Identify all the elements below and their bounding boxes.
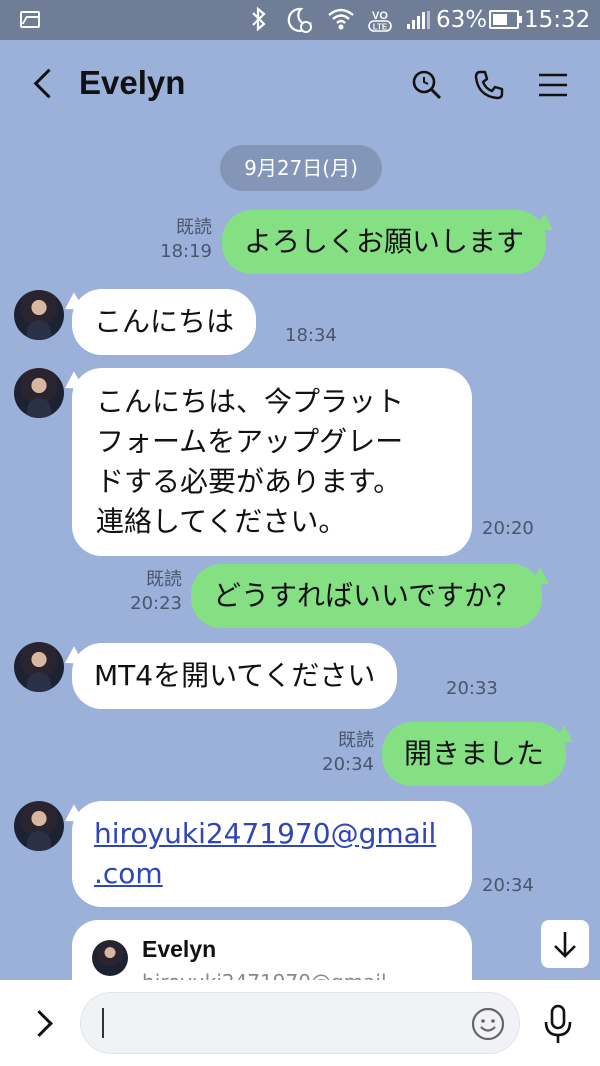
avatar xyxy=(92,940,128,976)
email-link[interactable]: .com xyxy=(94,854,450,894)
message-input-bar xyxy=(0,980,600,1066)
message-time: 20:23 xyxy=(130,593,182,614)
avatar[interactable] xyxy=(14,368,64,418)
message-text: どうすればいいですか？ xyxy=(213,579,521,612)
emoji-icon[interactable] xyxy=(470,1006,506,1042)
incoming-message[interactable]: こんにちは、今プラット フォームをアップグレー ドする必要があります。 連絡して… xyxy=(72,368,472,556)
message-text: MT4を開いてください xyxy=(94,659,376,692)
outgoing-message[interactable]: 開きました xyxy=(382,722,567,786)
chat-header: Evelyn xyxy=(0,40,600,132)
microphone-icon[interactable] xyxy=(540,1002,576,1046)
battery-percent: 63% xyxy=(436,7,488,33)
message-time: 20:34 xyxy=(482,875,534,896)
signal-strength-icon xyxy=(407,11,431,29)
message-time: 18:34 xyxy=(285,325,337,346)
quote-sender-name: Evelyn xyxy=(142,936,217,962)
message-meta: 既読 20:23 xyxy=(118,568,182,616)
do-not-disturb-moon-icon xyxy=(285,6,313,42)
text-cursor xyxy=(102,1008,104,1038)
outgoing-message[interactable]: よろしくお願いします xyxy=(222,210,547,274)
message-time: 20:34 xyxy=(322,754,374,775)
status-bar: VO LTE 63% 15:32 xyxy=(0,0,600,40)
date-separator: 9月27日(月) xyxy=(220,145,382,191)
incoming-message[interactable]: hiroyuki2471970@gmail .com xyxy=(72,801,472,907)
read-receipt: 既読 xyxy=(146,569,182,590)
message-line: こんにちは、今プラット xyxy=(96,385,405,418)
avatar[interactable] xyxy=(14,642,64,692)
avatar[interactable] xyxy=(14,801,64,851)
read-receipt: 既読 xyxy=(176,217,212,238)
message-line: フォームをアップグレー xyxy=(96,425,404,458)
message-line: ドする必要があります。 xyxy=(96,465,402,498)
message-input[interactable] xyxy=(80,992,520,1054)
message-meta: 既読 20:34 xyxy=(310,729,374,777)
phone-call-icon[interactable] xyxy=(472,68,506,102)
search-icon[interactable] xyxy=(410,68,444,102)
email-link[interactable]: hiroyuki2471970@gmail xyxy=(94,814,450,854)
message-text: こんにちは xyxy=(94,305,235,338)
read-receipt: 既読 xyxy=(338,730,374,751)
message-time: 20:20 xyxy=(482,518,534,539)
battery-icon xyxy=(489,10,522,29)
gallery-notification-icon xyxy=(20,11,40,28)
expand-tools-button[interactable] xyxy=(26,1006,56,1040)
message-text: 開きました xyxy=(404,737,545,770)
arrow-down-icon xyxy=(554,932,576,958)
incoming-message[interactable]: MT4を開いてください xyxy=(72,643,398,709)
outgoing-message[interactable]: どうすればいいですか？ xyxy=(191,564,543,628)
avatar[interactable] xyxy=(14,290,64,340)
volte-icon: VO LTE xyxy=(366,6,394,42)
message-meta: 既読 18:19 xyxy=(150,216,212,264)
scroll-to-bottom-button[interactable] xyxy=(541,920,589,968)
message-text: よろしくお願いします xyxy=(244,225,525,258)
wifi-icon xyxy=(326,6,356,40)
message-line: 連絡してください。 xyxy=(96,505,347,538)
incoming-message[interactable]: こんにちは xyxy=(72,289,257,355)
chat-title: Evelyn xyxy=(79,64,186,101)
clock: 15:32 xyxy=(524,7,591,33)
message-time: 20:33 xyxy=(446,678,498,699)
message-time: 18:19 xyxy=(160,241,212,262)
back-button[interactable] xyxy=(32,66,56,102)
menu-icon[interactable] xyxy=(536,68,570,102)
svg-text:LTE: LTE xyxy=(373,23,388,32)
bluetooth-icon xyxy=(250,6,268,40)
